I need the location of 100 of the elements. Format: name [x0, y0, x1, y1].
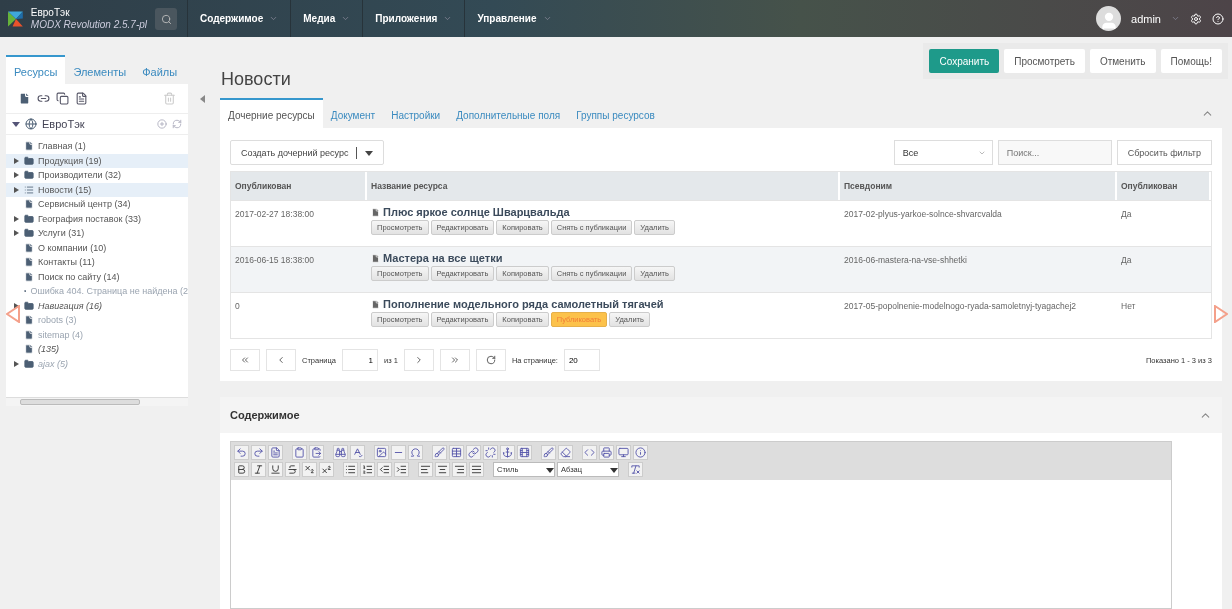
superscript-icon[interactable] — [319, 462, 334, 477]
menu-item[interactable]: Содержимое — [187, 0, 291, 37]
collapse-icon[interactable] — [200, 95, 205, 103]
brush-icon[interactable] — [541, 445, 556, 460]
column-header[interactable]: Псевдоним — [840, 172, 1117, 200]
create-resource-button[interactable]: Создать дочерний ресурс — [230, 140, 385, 165]
column-header[interactable]: Название ресурса — [367, 172, 840, 200]
search-button[interactable] — [155, 8, 177, 30]
menu-item[interactable]: Медиа — [290, 0, 363, 37]
remove-format-icon[interactable] — [628, 462, 643, 477]
settings-icon[interactable] — [1190, 12, 1202, 25]
bold-icon[interactable] — [234, 462, 249, 477]
align-left-icon[interactable] — [418, 462, 433, 477]
numbered-list-icon[interactable] — [360, 462, 375, 477]
tab[interactable]: Дочерние ресурсы — [220, 98, 323, 128]
folder-icon — [24, 170, 34, 181]
printer-icon[interactable] — [599, 445, 614, 460]
align-center-icon[interactable] — [435, 462, 450, 477]
brush-icon[interactable] — [432, 445, 447, 460]
tab[interactable]: Документ — [322, 98, 384, 128]
refresh-icon[interactable] — [485, 355, 496, 365]
bullet-list-icon[interactable] — [343, 462, 358, 477]
tree-row[interactable]: Услуги (31) — [6, 226, 188, 241]
tree-row[interactable]: География поставок (33) — [6, 211, 188, 226]
paste-icon[interactable] — [309, 445, 324, 460]
tree-row[interactable]: (135) — [6, 342, 188, 357]
tree-root[interactable]: ЕвроТэк — [42, 118, 152, 130]
tree-row[interactable]: Производители (32) — [6, 168, 188, 183]
link-icon[interactable] — [37, 92, 50, 105]
folder-icon — [24, 358, 34, 369]
expand-icon[interactable] — [14, 157, 19, 164]
resource-title[interactable]: Плюс яркое солнце Шварцвальда — [371, 206, 836, 218]
clipboard-icon[interactable] — [292, 445, 307, 460]
resource-title[interactable]: Пополнение модельного ряда самолетный тягачей — [371, 298, 836, 310]
indent-icon[interactable] — [394, 462, 409, 477]
expand-icon[interactable] — [14, 230, 19, 237]
tree-item-label: Услуги (31) — [38, 228, 85, 239]
binoculars-icon[interactable] — [333, 445, 348, 460]
document-icon[interactable] — [75, 92, 88, 105]
scrollbar[interactable] — [6, 397, 188, 406]
subscript-icon[interactable] — [302, 462, 317, 477]
action-button[interactable]: Отменить — [1089, 49, 1156, 73]
folder-icon — [24, 155, 34, 166]
tree-row[interactable]: Навигация (16) — [6, 298, 188, 313]
menu-item[interactable]: Управление — [464, 0, 564, 37]
tree-row[interactable]: Новости (15) — [6, 182, 188, 197]
align-justify-icon[interactable] — [469, 462, 484, 477]
caret-icon[interactable] — [12, 120, 20, 128]
spellcheck-icon[interactable] — [350, 445, 365, 460]
table-icon[interactable] — [449, 445, 464, 460]
folder-icon — [24, 213, 34, 224]
tree-item-label: Продукция (19) — [38, 155, 102, 166]
outdent-icon[interactable] — [377, 462, 392, 477]
left-arrow-icon[interactable] — [6, 305, 20, 323]
left-icon[interactable] — [276, 355, 286, 365]
underline-icon[interactable] — [268, 462, 283, 477]
avatar-icon[interactable] — [1096, 6, 1122, 31]
double-right-icon[interactable] — [449, 355, 460, 365]
per-page-field[interactable]: 20 — [563, 349, 600, 371]
tree-row[interactable]: Контакты (11) — [6, 255, 188, 270]
info-icon[interactable] — [633, 445, 648, 460]
resource-title[interactable]: Мастера на все щетки — [371, 252, 836, 264]
search-icon[interactable] — [160, 13, 172, 25]
action-button[interactable]: Помощь! — [1160, 49, 1222, 73]
expand-icon[interactable] — [14, 360, 19, 367]
double-left-icon[interactable] — [240, 355, 250, 365]
expand-icon[interactable] — [14, 215, 19, 222]
new-document-icon[interactable] — [18, 92, 31, 105]
code-icon[interactable] — [582, 445, 597, 460]
expand-icon[interactable] — [14, 302, 19, 309]
page-field[interactable]: 1 — [342, 349, 378, 371]
search-field[interactable]: Поиск... — [997, 140, 1112, 165]
align-right-icon[interactable] — [452, 462, 467, 477]
column-header[interactable]: Опубликован — [231, 172, 367, 200]
tree-row[interactable]: Поиск по сайту (14) — [6, 269, 188, 284]
filter-select[interactable]: Все — [893, 140, 993, 165]
caret-icon[interactable] — [365, 148, 374, 157]
caret-icon[interactable] — [610, 465, 618, 474]
tree-item-label: (135) — [38, 344, 59, 355]
tree-row[interactable]: Продукция (19) — [6, 153, 188, 168]
sidebar-tab[interactable]: Ресурсы — [6, 55, 66, 84]
anchor-icon[interactable] — [500, 445, 515, 460]
action-button[interactable]: Просмотреть — [1004, 49, 1085, 73]
column-header[interactable]: Опубликован — [1117, 172, 1211, 200]
film-icon[interactable] — [517, 445, 532, 460]
help-icon[interactable] — [1212, 12, 1224, 25]
caret-icon[interactable] — [546, 465, 554, 474]
strikethrough-icon[interactable] — [285, 462, 300, 477]
monitor-icon[interactable] — [616, 445, 631, 460]
eraser-icon[interactable] — [558, 445, 573, 460]
image-icon[interactable] — [374, 445, 389, 460]
menu-item[interactable]: Приложения — [362, 0, 465, 37]
tree-row[interactable]: Сервисный центр (34) — [6, 197, 188, 212]
refresh-button[interactable] — [475, 349, 506, 371]
tree-row[interactable]: Главная (1) — [6, 139, 188, 154]
copy-icon[interactable] — [56, 92, 69, 105]
italic-icon[interactable] — [251, 462, 266, 477]
tree-row[interactable]: О компании (10) — [6, 240, 188, 255]
reset-filter-button[interactable]: Сбросить фильтр — [1116, 140, 1212, 165]
user-name[interactable]: admin — [1131, 12, 1161, 25]
